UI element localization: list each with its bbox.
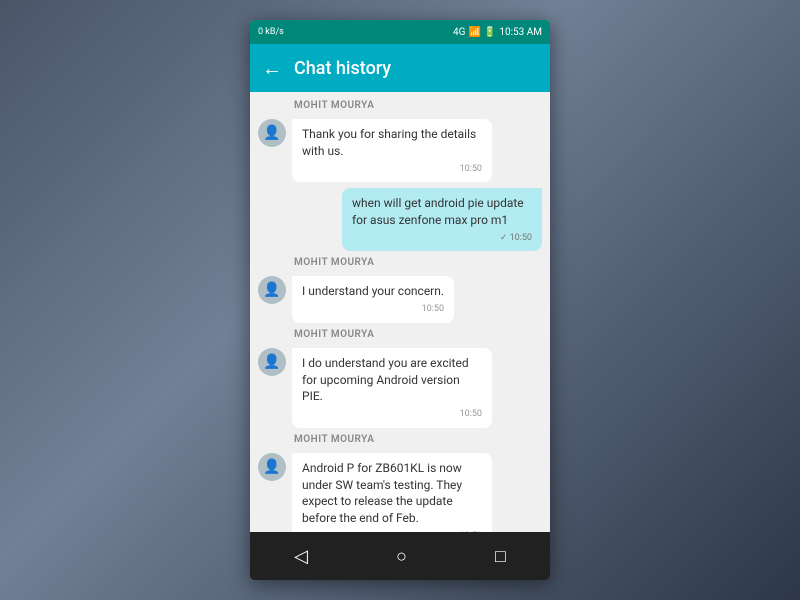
nav-recent-icon[interactable]: □ [495,546,506,567]
app-bar: ← Chat history [250,44,550,92]
phone-screen: 0 kB/s 4G 📶 🔋 10:53 AM ← Chat history MO… [250,20,550,580]
battery-icon: 🔋 [484,27,496,38]
network-type: 4G [453,27,465,38]
avatar: 👤 [258,276,286,304]
message-row: 👤 Android P for ZB601KL is now under SW t… [258,453,542,532]
message-bubble: I do understand you are excited for upco… [292,348,492,428]
message-time: 10:50 [460,408,482,421]
avatar: 👤 [258,348,286,376]
message-text: Android P for ZB601KL is now under SW te… [302,461,462,525]
message-row: when will get android pie update for asu… [258,188,542,251]
back-button[interactable]: ← [262,56,282,81]
message-time: 10:50 [510,232,532,245]
message-bubble: when will get android pie update for asu… [342,188,542,251]
message-bubble: Thank you for sharing the details with u… [292,119,492,182]
message-row: 👤 Thank you for sharing the details with … [258,119,542,182]
avatar: 👤 [258,119,286,147]
sender-label: MOHIT MOURYA [294,257,542,268]
message-time: 10:50 [422,303,444,316]
message-row: 👤 I do understand you are excited for upc… [258,348,542,428]
avatar: 👤 [258,453,286,481]
chat-container: MOHIT MOURYA 👤 Thank you for sharing the d… [250,92,550,532]
message-text: I do understand you are excited for upco… [302,356,469,404]
sender-label: MOHIT MOURYA [294,100,542,111]
screen-title: Chat history [294,58,391,79]
message-text: Thank you for sharing the details with u… [302,127,476,158]
checkmark-icon: ✓ [500,232,508,245]
nav-bar: ◁ ○ □ [250,532,550,580]
message-row: 👤 I understand your concern. 10:50 [258,276,542,322]
signal-icon: 📶 [468,27,480,38]
nav-back-icon[interactable]: ◁ [294,546,308,567]
status-bar-right: 4G 📶 🔋 10:53 AM [453,27,542,38]
nav-home-icon[interactable]: ○ [396,546,407,567]
network-speed: 0 kB/s [258,27,284,37]
message-bubble: I understand your concern. 10:50 [292,276,454,322]
message-time: 10:51 [460,530,482,532]
sender-label: MOHIT MOURYA [294,434,542,445]
status-bar: 0 kB/s 4G 📶 🔋 10:53 AM [250,20,550,44]
message-bubble: Android P for ZB601KL is now under SW te… [292,453,492,532]
time-display: 10:53 AM [499,27,542,38]
sender-label: MOHIT MOURYA [294,329,542,340]
message-text: I understand your concern. [302,284,444,298]
message-time: 10:50 [460,163,482,176]
message-text: when will get android pie update for asu… [352,196,524,227]
